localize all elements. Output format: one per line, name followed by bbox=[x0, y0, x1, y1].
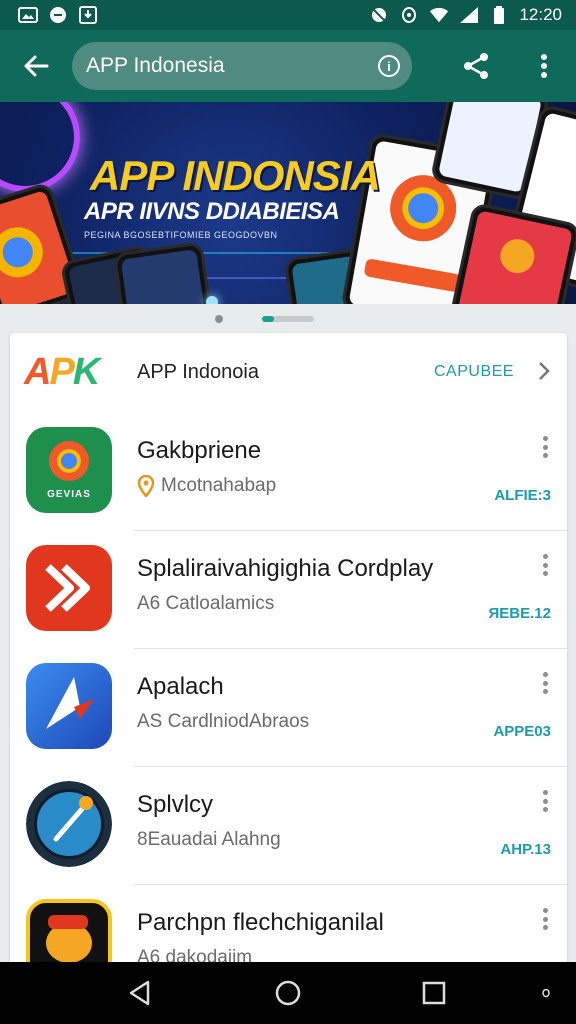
app-icon bbox=[26, 663, 112, 749]
app-icon-caption: GEVIAS bbox=[47, 489, 91, 500]
more-vert-icon bbox=[541, 54, 547, 78]
app-subtitle: Mcotnahabap bbox=[137, 475, 276, 497]
download-icon bbox=[78, 6, 98, 24]
more-vert-icon[interactable] bbox=[536, 787, 554, 815]
app-title: Apalach bbox=[137, 673, 224, 700]
play-forward-icon bbox=[45, 564, 90, 612]
app-tag: APPE03 bbox=[493, 723, 551, 740]
battery-icon bbox=[489, 6, 509, 24]
nav-home-icon bbox=[275, 980, 301, 1006]
card-header-title: APP Indonoia bbox=[137, 361, 259, 383]
banner-small-text: PEGINA BGOSEBTIFOMIEB GEOGDOVBN bbox=[84, 230, 278, 240]
share-icon bbox=[464, 53, 488, 79]
sync-icon bbox=[399, 6, 419, 24]
app-title: Gakbpriene bbox=[137, 437, 262, 464]
app-list-item[interactable]: GEVIAS Gakbpriene Mcotnahabap ALFIE:3 bbox=[10, 413, 567, 531]
app-subtitle-text: Mcotnahabap bbox=[161, 475, 277, 496]
chevron-right-icon[interactable] bbox=[534, 359, 554, 383]
back-button[interactable] bbox=[0, 30, 72, 102]
banner-subtitle: APR IIVNS DDIABIEISA bbox=[84, 198, 340, 225]
share-button[interactable] bbox=[452, 42, 500, 90]
arrow-back-icon bbox=[24, 55, 49, 77]
nav-back-icon bbox=[129, 980, 150, 1006]
app-subtitle: A6 Catlоalamics bbox=[137, 593, 275, 614]
more-vert-icon[interactable] bbox=[536, 551, 554, 579]
nav-home-button[interactable] bbox=[268, 973, 308, 1013]
app-title: Splalirаivahigighia Cordplay bbox=[137, 555, 434, 582]
banner-page-indicator bbox=[0, 313, 576, 325]
compass-icon bbox=[53, 796, 93, 842]
app-tag: ЯЕВЕ.12 bbox=[488, 605, 551, 622]
app-subtitle: AS CardlniodAbraos bbox=[137, 711, 310, 732]
search-field[interactable]: APP Indonesia i bbox=[72, 42, 412, 90]
app-list-item[interactable]: Splvlcy 8Eauadai Alahng AHP.13 bbox=[10, 767, 567, 885]
location-pin-icon bbox=[137, 475, 155, 497]
app-tag: ALFIE:3 bbox=[494, 487, 551, 504]
message-icon bbox=[48, 6, 68, 24]
arrow-logo-icon bbox=[46, 677, 94, 729]
page-dot-active[interactable] bbox=[262, 316, 274, 322]
app-icon bbox=[26, 545, 112, 631]
nav-extra-button[interactable] bbox=[526, 973, 566, 1013]
banner-sparkle bbox=[206, 296, 218, 304]
status-bar: 12:20 bbox=[0, 0, 576, 30]
app-list-item[interactable]: Apalach AS CardlniodAbraos APPE03 bbox=[10, 649, 567, 767]
card-header-action[interactable]: CAPUBEE bbox=[434, 363, 514, 381]
wifi-icon bbox=[429, 6, 449, 24]
page-dot[interactable] bbox=[215, 315, 223, 323]
app-subtitle: 8Eauadai Alahng bbox=[137, 829, 281, 850]
app-bar: APP Indonesia i bbox=[0, 30, 576, 102]
more-vert-icon[interactable] bbox=[536, 669, 554, 697]
status-time: 12:20 bbox=[519, 5, 562, 24]
app-list-item[interactable]: Splalirаivahigighia Cordplay A6 Catlоala… bbox=[10, 531, 567, 649]
promo-banner[interactable]: APP INDONSIA APR IIVNS DDIABIEISA PEGINA… bbox=[0, 102, 576, 304]
app-icon: GEVIAS bbox=[26, 427, 112, 513]
nav-recents-button[interactable] bbox=[414, 973, 454, 1013]
app-tag: AHP.13 bbox=[500, 841, 551, 858]
banner-phone bbox=[112, 241, 218, 304]
apk-logo: APK bbox=[24, 351, 100, 393]
more-options-button[interactable] bbox=[520, 42, 568, 90]
system-nav-bar bbox=[0, 962, 576, 1024]
photo-icon bbox=[18, 6, 38, 24]
mute-icon bbox=[369, 6, 389, 24]
card-header[interactable]: APK APP Indonoia CAPUBEE bbox=[10, 333, 567, 413]
app-title: Splvlcy bbox=[137, 791, 214, 818]
app-title: Parchpn flechchiganilal bbox=[137, 909, 384, 936]
nav-recents-icon bbox=[422, 981, 446, 1005]
more-vert-icon[interactable] bbox=[536, 905, 554, 933]
more-vert-icon[interactable] bbox=[536, 433, 554, 461]
nav-dot-icon bbox=[542, 988, 550, 998]
signal-icon bbox=[459, 6, 479, 24]
banner-orb bbox=[0, 102, 80, 192]
app-list-card: APK APP Indonoia CAPUBEE GEVIAS Gakbprie… bbox=[10, 333, 567, 1024]
info-icon[interactable]: i bbox=[378, 55, 400, 77]
banner-title: APP INDONSIA bbox=[90, 152, 381, 199]
nav-back-button[interactable] bbox=[120, 973, 160, 1013]
app-icon bbox=[26, 781, 112, 867]
search-text: APP Indonesia bbox=[86, 54, 225, 77]
